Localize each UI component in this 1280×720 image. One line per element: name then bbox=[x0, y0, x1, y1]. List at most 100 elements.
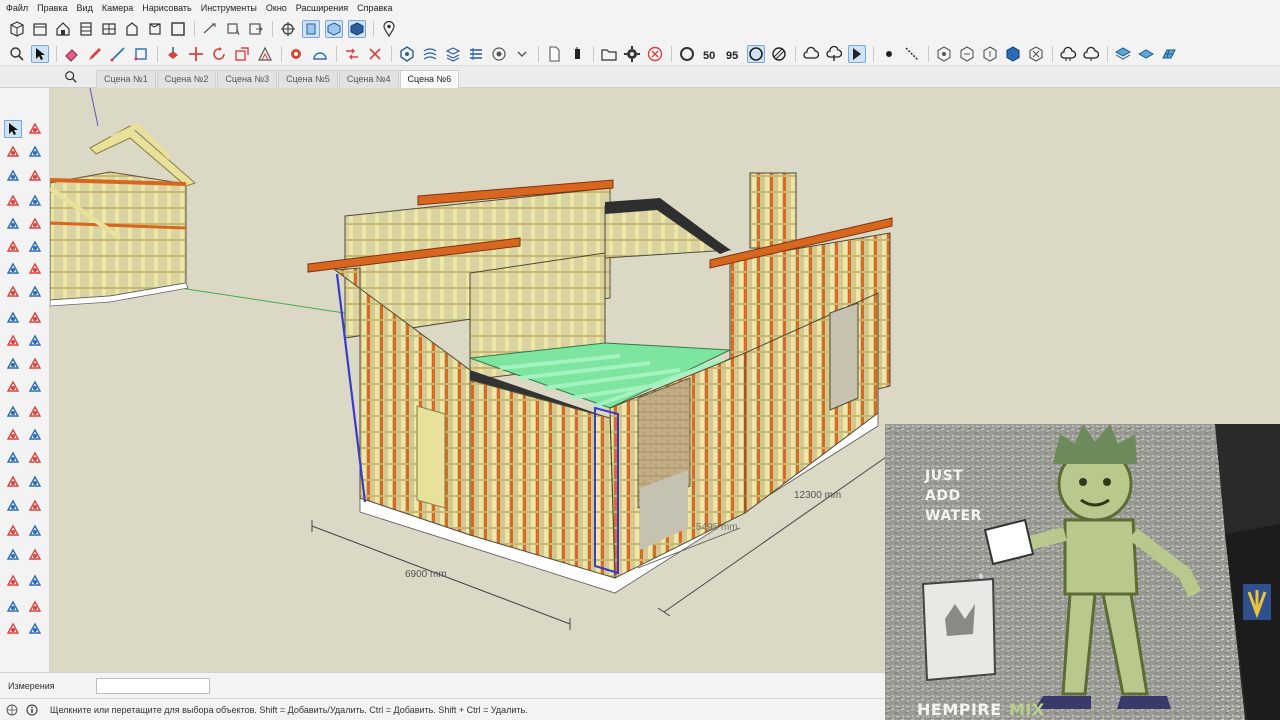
sandbox-icon[interactable] bbox=[4, 598, 22, 616]
fifty-icon[interactable]: 50 bbox=[701, 45, 719, 63]
menu-help[interactable]: Справка bbox=[357, 3, 392, 13]
line-icon[interactable] bbox=[109, 45, 127, 63]
rectangle-tool-icon[interactable] bbox=[4, 215, 22, 233]
layers-icon[interactable] bbox=[467, 45, 485, 63]
settings-icon[interactable] bbox=[568, 45, 586, 63]
eraser-tool-icon[interactable] bbox=[26, 143, 44, 161]
square-icon[interactable] bbox=[169, 20, 187, 38]
tab-scene-6[interactable]: Сцена №6 bbox=[399, 70, 460, 88]
grid1-icon[interactable] bbox=[1114, 45, 1132, 63]
measure-line-icon[interactable] bbox=[903, 45, 921, 63]
delete-icon[interactable] bbox=[646, 45, 664, 63]
push-pull-tool-icon[interactable] bbox=[26, 309, 44, 327]
offset-tool-icon[interactable] bbox=[26, 355, 44, 373]
arc2-tool-icon[interactable] bbox=[26, 260, 44, 278]
box-open-icon[interactable] bbox=[146, 20, 164, 38]
eraser-pink-icon[interactable] bbox=[26, 167, 44, 185]
cloud-icon[interactable] bbox=[802, 45, 820, 63]
group-icon[interactable] bbox=[444, 45, 462, 63]
zoom-extents-icon[interactable] bbox=[4, 522, 22, 540]
menu-draw[interactable]: Нарисовать bbox=[142, 3, 191, 13]
menu-tools[interactable]: Инструменты bbox=[201, 3, 257, 13]
door-icon[interactable] bbox=[77, 20, 95, 38]
home-icon[interactable] bbox=[54, 20, 72, 38]
main-house[interactable] bbox=[307, 172, 893, 594]
hex1-icon[interactable] bbox=[935, 45, 953, 63]
dimension-icon[interactable] bbox=[201, 20, 219, 38]
paint-bucket-icon[interactable] bbox=[4, 143, 22, 161]
measurements-input[interactable] bbox=[96, 678, 210, 694]
previous-view-icon[interactable] bbox=[26, 522, 44, 540]
move-icon[interactable] bbox=[187, 45, 205, 63]
cloud2-icon[interactable] bbox=[1059, 45, 1077, 63]
circle-select-icon[interactable] bbox=[747, 44, 765, 63]
zoom-window-icon[interactable] bbox=[26, 497, 44, 515]
cloud3-icon[interactable] bbox=[1082, 45, 1100, 63]
hatch-icon[interactable] bbox=[770, 45, 788, 63]
move-tool-icon[interactable] bbox=[4, 309, 22, 327]
position-camera-icon[interactable] bbox=[4, 546, 22, 564]
axes-icon[interactable] bbox=[343, 45, 361, 63]
arc-tool-icon[interactable] bbox=[4, 260, 22, 278]
pie-tool-icon[interactable] bbox=[26, 283, 44, 301]
walk-icon[interactable] bbox=[26, 546, 44, 564]
hex4-icon[interactable] bbox=[1004, 45, 1022, 63]
layers2-tool-icon[interactable] bbox=[26, 620, 44, 638]
styles-icon[interactable] bbox=[513, 45, 531, 63]
cloud-add-icon[interactable] bbox=[825, 45, 843, 63]
text-icon[interactable] bbox=[366, 45, 384, 63]
export-icon[interactable] bbox=[247, 20, 265, 38]
follow-me-icon[interactable] bbox=[26, 332, 44, 350]
dimension-tool-icon[interactable] bbox=[26, 378, 44, 396]
component-tool-icon[interactable] bbox=[4, 167, 22, 185]
scale-icon[interactable] bbox=[233, 45, 251, 63]
hex5-icon[interactable] bbox=[1027, 45, 1045, 63]
menu-edit[interactable]: Правка bbox=[37, 3, 67, 13]
scale-tool-icon[interactable] bbox=[4, 355, 22, 373]
camera-iso-icon[interactable] bbox=[325, 20, 343, 38]
text-tool-icon[interactable] bbox=[26, 403, 44, 421]
hex3-icon[interactable] bbox=[981, 45, 999, 63]
dot-icon[interactable] bbox=[880, 45, 898, 63]
section-alt-icon[interactable] bbox=[26, 449, 44, 467]
protractor-tool-icon[interactable] bbox=[4, 403, 22, 421]
rotate-tool-icon[interactable] bbox=[4, 332, 22, 350]
menu-view[interactable]: Вид bbox=[77, 3, 93, 13]
materials-icon[interactable] bbox=[490, 45, 508, 63]
component-icon[interactable] bbox=[421, 45, 439, 63]
cube-icon[interactable] bbox=[8, 20, 26, 38]
file-icon[interactable] bbox=[545, 45, 563, 63]
gear-icon[interactable] bbox=[623, 45, 641, 63]
camera-front-icon[interactable] bbox=[302, 20, 320, 38]
tape-icon[interactable] bbox=[288, 45, 306, 63]
secondary-building[interactable] bbox=[50, 122, 196, 307]
round-icon[interactable] bbox=[678, 45, 696, 63]
tab-scene-1[interactable]: Сцена №1 bbox=[96, 70, 156, 88]
house-outline-icon[interactable] bbox=[123, 20, 141, 38]
protractor-icon[interactable] bbox=[311, 45, 329, 63]
orbit-tool-icon[interactable] bbox=[4, 473, 22, 491]
tab-scene-5[interactable]: Сцена №5 bbox=[278, 70, 338, 88]
grid2-icon[interactable] bbox=[1137, 45, 1155, 63]
offset-icon[interactable] bbox=[256, 45, 274, 63]
window-icon[interactable] bbox=[100, 20, 118, 38]
tab-scene-2[interactable]: Сцена №2 bbox=[156, 70, 217, 88]
zoom-tool-icon[interactable] bbox=[4, 497, 22, 515]
grid3-icon[interactable] bbox=[1160, 45, 1178, 63]
rotate-icon[interactable] bbox=[210, 45, 228, 63]
sandbox2-icon[interactable] bbox=[26, 598, 44, 616]
axes-tool-icon[interactable] bbox=[4, 426, 22, 444]
circle-tool-icon[interactable] bbox=[4, 238, 22, 256]
pencil-icon[interactable] bbox=[86, 45, 104, 63]
select-icon[interactable] bbox=[31, 44, 49, 63]
push-pull-icon[interactable] bbox=[164, 45, 182, 63]
section-icon[interactable] bbox=[398, 45, 416, 63]
layers-tool-icon[interactable] bbox=[4, 620, 22, 638]
camera-side-icon[interactable] bbox=[348, 20, 366, 38]
look-around-icon[interactable] bbox=[4, 572, 22, 590]
section-plane-icon[interactable] bbox=[4, 449, 22, 467]
rotated-rect-icon[interactable] bbox=[26, 215, 44, 233]
select-tool-icon[interactable] bbox=[4, 120, 22, 138]
polygon-tool-icon[interactable] bbox=[26, 238, 44, 256]
arc3-tool-icon[interactable] bbox=[4, 283, 22, 301]
